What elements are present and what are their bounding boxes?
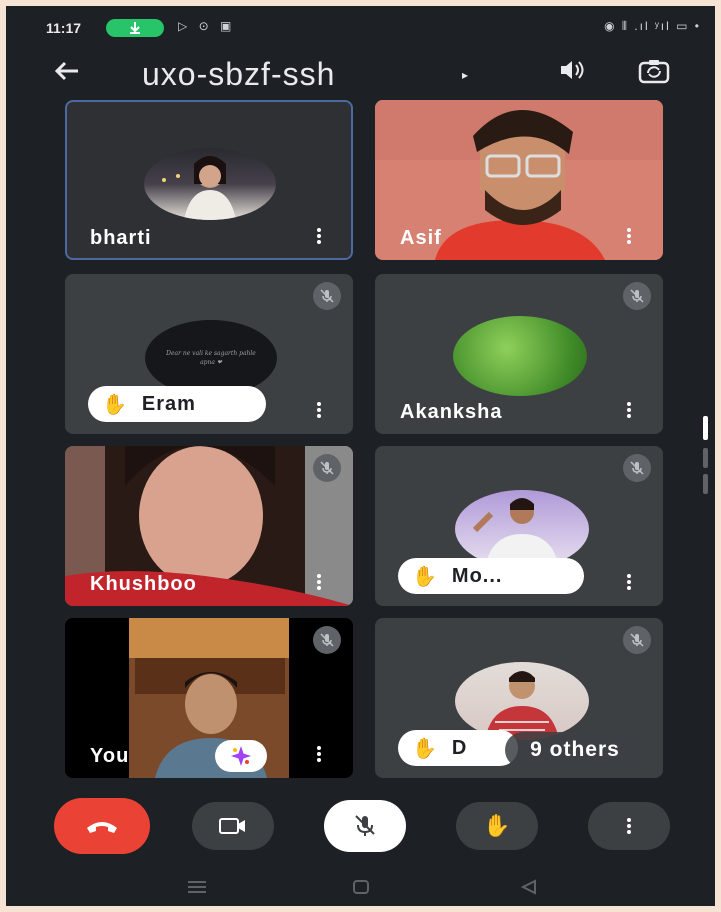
more-vert-icon[interactable] (317, 744, 321, 764)
more-vert-icon[interactable] (317, 572, 321, 592)
effects-sparkle-icon[interactable] (215, 740, 267, 772)
status-time: 11:17 (46, 20, 82, 36)
mic-off-icon (623, 282, 651, 310)
participant-name: bharti (90, 227, 152, 249)
camera-toggle-button[interactable] (192, 802, 274, 850)
meeting-code-title[interactable]: uxo-sbzf-ssh (142, 56, 335, 93)
participant-tile-bharti[interactable]: bharti (65, 100, 353, 260)
participant-name: Khushboo (90, 573, 197, 595)
participant-name: Mo... (451, 564, 503, 587)
download-icon (130, 22, 140, 34)
mic-off-icon (623, 454, 651, 482)
raised-hand-pill: ✋ Eram (88, 386, 266, 422)
participant-tile-others[interactable]: ✋ D 9 others (375, 618, 663, 778)
more-vert-icon[interactable] (627, 400, 631, 420)
more-vert-icon[interactable] (317, 226, 321, 246)
avatar-quote-text: Dear ne vali ke sagarth pahle apna ❤ (166, 350, 256, 366)
end-call-button[interactable] (54, 798, 150, 854)
participant-tile-eram[interactable]: Dear ne vali ke sagarth pahle apna ❤ ✋ E… (65, 274, 353, 434)
back-arrow-icon[interactable] (52, 56, 82, 92)
more-vert-icon (627, 816, 631, 836)
back-triangle-icon[interactable] (520, 879, 538, 900)
system-navigation-bar (6, 868, 715, 906)
mic-toggle-button[interactable] (324, 800, 406, 852)
download-pill (106, 19, 164, 37)
avatar-bharti (144, 148, 276, 220)
mic-off-icon (355, 815, 375, 836)
more-vert-icon[interactable] (317, 400, 321, 420)
scroll-indicator[interactable] (703, 416, 708, 496)
participant-name: You (90, 745, 130, 767)
switch-camera-icon[interactable] (638, 58, 670, 90)
participant-name: Akanksha (400, 401, 503, 423)
video-camera-icon (219, 818, 245, 834)
raised-hand-pill: ✋ Mo... (398, 558, 584, 594)
mic-off-icon (623, 626, 651, 654)
participant-name: Eram (141, 392, 196, 415)
status-right-icons: ◉ ⫴ .ıl ʸıl ▭ • (604, 19, 701, 33)
meeting-header: uxo-sbzf-ssh ▸ (6, 50, 715, 100)
participant-tile-akanksha[interactable]: Akanksha (375, 274, 663, 434)
more-options-button[interactable] (588, 802, 670, 850)
status-bar: 11:17 ▷ ⊙ ▣ ◉ ⫴ .ıl ʸıl ▭ • (6, 6, 715, 50)
participant-tile-asif[interactable]: Asif (375, 100, 663, 260)
participant-tile-khushboo[interactable]: Khushboo (65, 446, 353, 606)
meet-screen: 11:17 ▷ ⊙ ▣ ◉ ⫴ .ıl ʸıl ▭ • uxo-sbzf-ssh… (6, 6, 715, 906)
avatar-eram: Dear ne vali ke sagarth pahle apna ❤ (145, 320, 277, 396)
recent-apps-icon[interactable] (186, 880, 208, 899)
avatar-d (455, 662, 589, 740)
more-vert-icon[interactable] (627, 572, 631, 592)
raise-hand-button[interactable]: ✋ (456, 802, 538, 850)
participant-name: Asif (400, 227, 442, 249)
raise-hand-icon: ✋ (102, 393, 128, 416)
mic-off-icon (313, 454, 341, 482)
raise-hand-icon: ✋ (412, 737, 438, 760)
speaker-icon[interactable] (558, 58, 586, 88)
home-icon[interactable] (352, 879, 370, 900)
mic-off-icon (313, 282, 341, 310)
raised-hand-pill: ✋ D (398, 730, 518, 766)
avatar-akanksha (453, 316, 587, 396)
others-count-badge[interactable]: 9 others (505, 732, 645, 768)
more-vert-icon[interactable] (627, 226, 631, 246)
participant-tile-mo[interactable]: ✋ Mo... (375, 446, 663, 606)
participant-name: D (451, 736, 468, 759)
caret-right-icon[interactable]: ▸ (462, 68, 468, 82)
mic-off-icon (313, 626, 341, 654)
raise-hand-icon: ✋ (412, 565, 438, 588)
status-left-icons: ▷ ⊙ ▣ (178, 19, 236, 33)
raise-hand-icon: ✋ (483, 813, 511, 838)
avatar-mo (455, 490, 589, 568)
participant-tile-you[interactable]: You (65, 618, 353, 778)
phone-hangup-icon (87, 822, 117, 833)
